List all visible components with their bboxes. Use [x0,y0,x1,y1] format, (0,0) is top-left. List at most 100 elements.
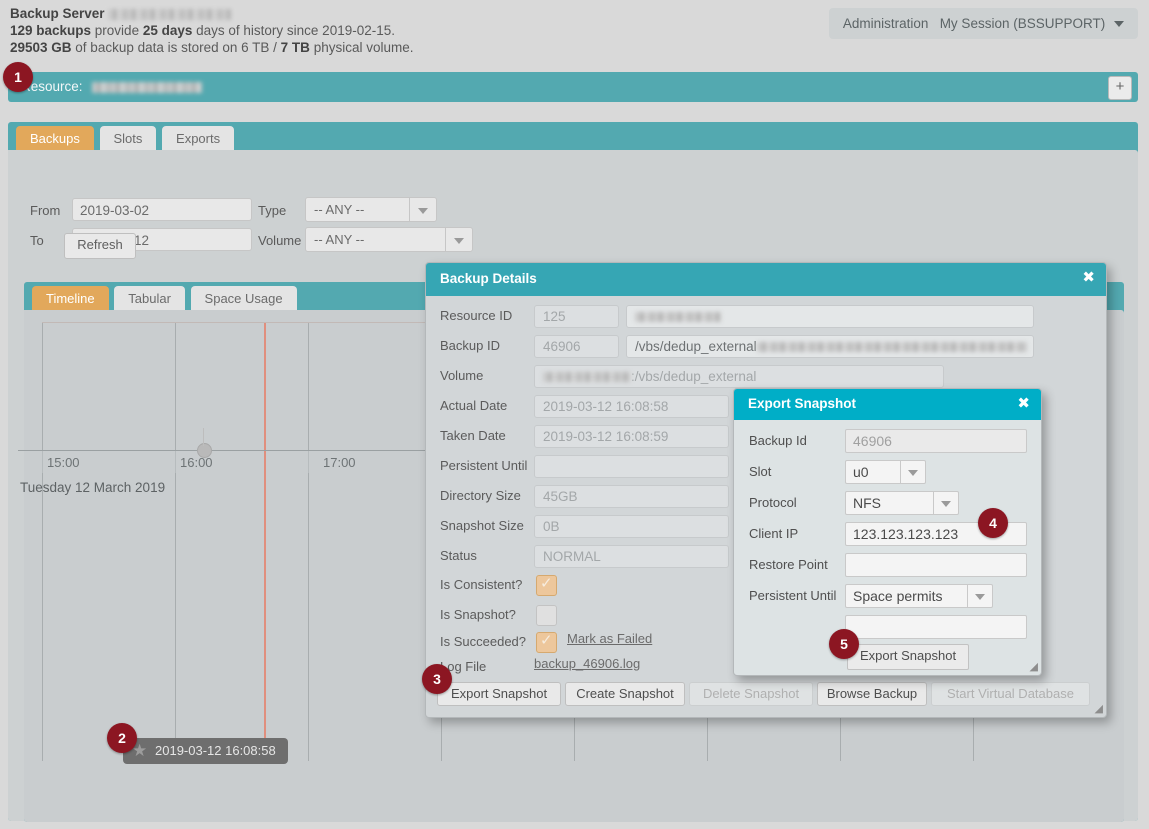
refresh-button[interactable]: Refresh [64,233,136,259]
axis-tick [308,451,309,473]
backups-count: 129 backups [10,23,92,38]
es-client-ip-label: Client IP [749,526,799,541]
timeline-day-label: Tuesday 12 March 2019 [20,480,166,495]
gridline [42,323,43,761]
is-consistent-checkbox[interactable] [536,574,557,596]
step-badge-1: 1 [3,62,33,92]
axis-tick-label: 17:00 [323,455,356,470]
backup-details-titlebar[interactable]: Backup Details ✖ [426,263,1106,296]
resize-handle[interactable]: ◢ [1095,704,1104,715]
backup-path-value: /vbs/dedup_external [635,339,757,354]
log-file-link[interactable]: backup_46906.log [534,656,640,671]
chevron-down-icon[interactable] [900,461,925,483]
backup-point-marker[interactable] [197,443,212,458]
tab-backups[interactable]: Backups [16,126,94,152]
actual-date-input[interactable]: 2019-03-12 16:08:58 [534,395,729,418]
step-badge-2: 2 [107,723,137,753]
page-title: Backup Server [10,6,105,21]
mark-as-failed-link[interactable]: Mark as Failed [567,631,652,646]
tab-tabular[interactable]: Tabular [114,286,185,312]
history-days: 25 days [142,23,193,38]
tab-space-usage[interactable]: Space Usage [190,286,297,312]
es-persistent-until-select[interactable]: Space permits [845,584,993,608]
page-header: Backup Server 129 backups provide 25 day… [0,0,1149,60]
volume-select[interactable]: -- ANY -- [305,227,473,252]
resource-id-input[interactable]: 125 [534,305,619,328]
tab-timeline[interactable]: Timeline [32,286,109,312]
step-badge-3: 3 [422,664,452,694]
close-icon[interactable]: ✖ [1017,395,1030,413]
es-backup-id-input[interactable]: 46906 [845,429,1027,453]
volume-path-value: :/vbs/dedup_external [631,369,757,384]
snapshot-size-label: Snapshot Size [440,518,524,533]
directory-size-label: Directory Size [440,488,521,503]
status-label: Status [440,548,477,563]
es-restore-point-label: Restore Point [749,557,828,572]
is-snapshot-checkbox[interactable] [536,605,557,626]
close-icon[interactable]: ✖ [1082,269,1095,287]
header-summary: Backup Server 129 backups provide 25 day… [10,5,413,56]
es-slot-label: Slot [749,464,772,479]
export-snapshot-titlebar[interactable]: Export Snapshot ✖ [734,389,1041,420]
bd-delete-snapshot-button: Delete Snapshot [689,682,813,706]
redacted-backup-path [756,342,1027,353]
step-badge-5: 5 [829,629,859,659]
backup-details-title: Backup Details [440,271,537,286]
status-input[interactable]: NORMAL [534,545,729,568]
directory-size-input[interactable]: 45GB [534,485,729,508]
backups-text-2: days of history since 2019-02-15. [192,23,395,38]
es-protocol-value: NFS [853,495,881,511]
bd-start-virtual-database-button: Start Virtual Database [931,682,1090,706]
chevron-down-icon[interactable] [445,228,472,251]
storage-text-1: of backup data is stored on 6 TB / [71,40,281,55]
chevron-down-icon[interactable] [967,585,992,607]
volume-label: Volume [258,233,302,248]
is-succeeded-checkbox[interactable] [536,631,557,653]
volume-select-value: -- ANY -- [314,232,365,247]
es-export-snapshot-button[interactable]: Export Snapshot [847,644,969,670]
redacted-resource-name [92,81,203,93]
persistent-until-input[interactable] [534,455,729,478]
backup-id-input[interactable]: 46906 [534,335,619,358]
bd-browse-backup-button[interactable]: Browse Backup [817,682,927,706]
my-session-link[interactable]: My Session (BSSUPPORT) [940,16,1106,31]
bd-create-snapshot-button[interactable]: Create Snapshot [565,682,685,706]
chevron-down-icon[interactable] [1114,21,1124,28]
add-resource-button[interactable]: + [1108,76,1132,100]
resource-name-input[interactable] [626,305,1034,328]
es-protocol-select[interactable]: NFS [845,491,959,515]
storage-text-2: physical volume. [309,40,414,55]
bd-export-snapshot-button[interactable]: Export Snapshot [437,682,561,706]
es-extra-input[interactable] [845,615,1027,639]
tab-exports[interactable]: Exports [162,126,235,152]
from-label: From [30,203,61,218]
backup-point-tooltip[interactable]: ★ 2019-03-12 16:08:58 [123,738,288,764]
chevron-down-icon[interactable] [933,492,958,514]
es-slot-select[interactable]: u0 [845,460,926,484]
type-select[interactable]: -- ANY -- [305,197,437,222]
export-snapshot-title: Export Snapshot [748,396,857,411]
type-select-value: -- ANY -- [314,202,365,217]
backup-path-input[interactable]: /vbs/dedup_external [626,335,1034,358]
snapshot-size-input[interactable]: 0B [534,515,729,538]
redacted-resource-name [635,312,721,323]
axis-tick [175,451,176,473]
tab-slots[interactable]: Slots [99,126,157,152]
account-menu: Administration My Session (BSSUPPORT) [828,8,1138,39]
is-consistent-label: Is Consistent? [440,577,523,592]
es-persistent-until-value: Space permits [853,588,943,604]
volume-input[interactable]: :/vbs/dedup_external [534,365,944,388]
axis-tick-label: 15:00 [47,455,80,470]
tooltip-text: 2019-03-12 16:08:58 [155,743,276,758]
header-storage-line: 29503 GB of backup data is stored on 6 T… [10,39,413,56]
chevron-down-icon[interactable] [409,198,436,221]
physical-volume: 7 TB [280,40,310,55]
es-restore-point-input[interactable] [845,553,1027,577]
is-succeeded-label: Is Succeeded? [440,634,527,649]
administration-link[interactable]: Administration [843,16,929,31]
resize-handle[interactable]: ◢ [1030,662,1039,673]
from-date-input[interactable]: 2019-03-02 [72,198,252,221]
backup-id-label: Backup ID [440,338,500,353]
header-title-line: Backup Server [10,5,413,22]
taken-date-input[interactable]: 2019-03-12 16:08:59 [534,425,729,448]
